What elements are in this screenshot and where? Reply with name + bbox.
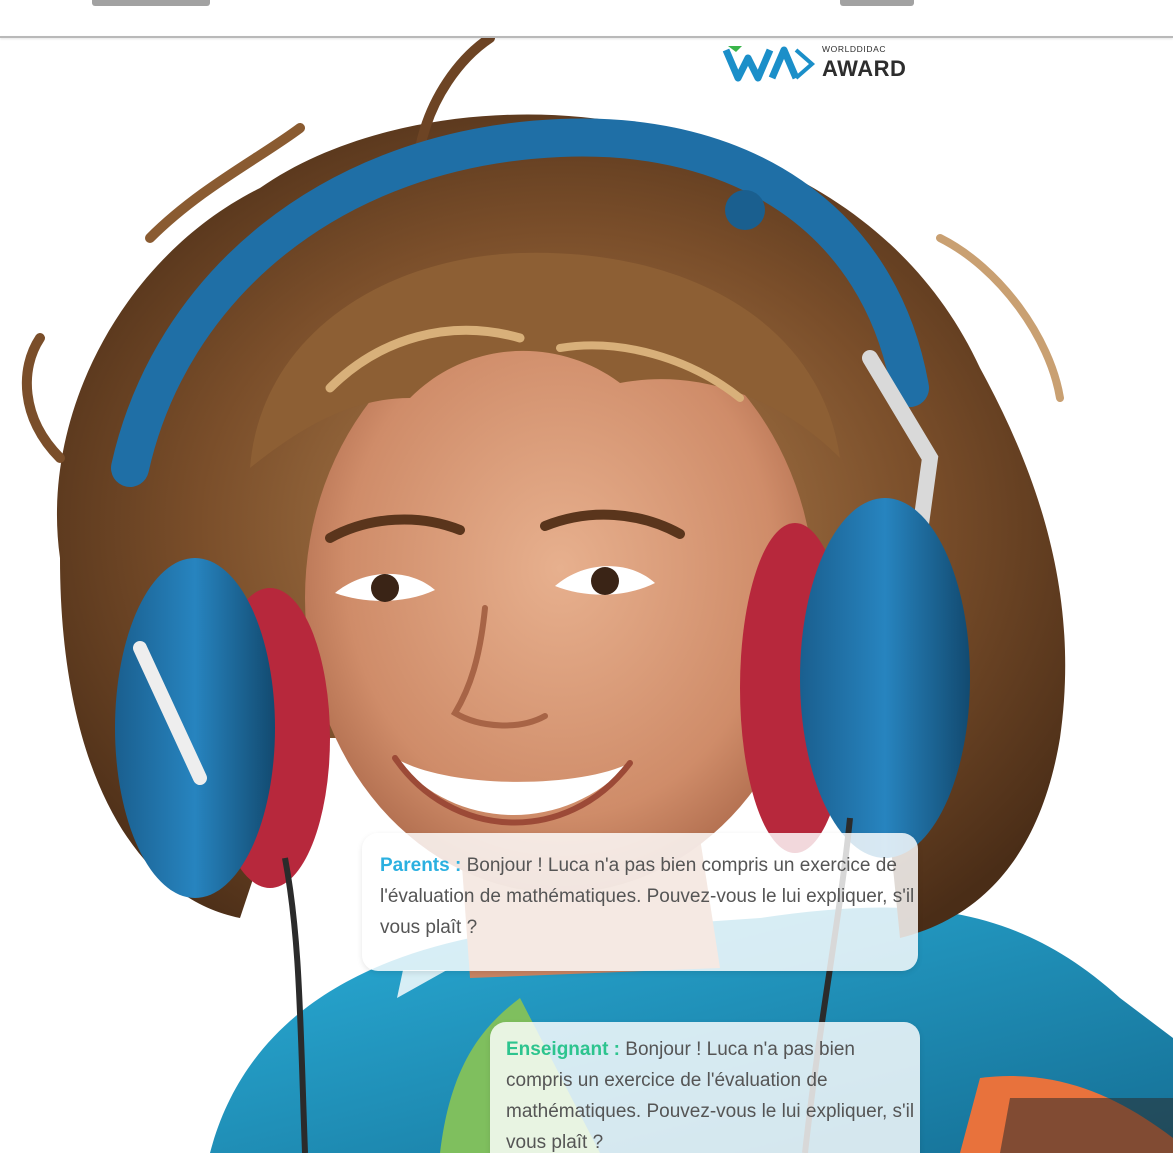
chat-bubble-parents: Parents : Bonjour ! Luca n'a pas bien co… bbox=[362, 833, 918, 971]
header-divider bbox=[0, 36, 1173, 38]
speaker-label-teacher: Enseignant : bbox=[506, 1039, 621, 1060]
header-fragment-right bbox=[840, 0, 914, 6]
chat-bubble-teacher: Enseignant : Bonjour ! Luca n'a pas bien… bbox=[490, 1022, 920, 1153]
award-big-text: AWARD bbox=[822, 56, 907, 81]
wd-logo-icon bbox=[722, 46, 816, 82]
bubble-tail-icon bbox=[397, 970, 447, 998]
landing-hero: WORLDDIDAC AWARD Parents: Bonjour ! Luc… bbox=[0, 0, 1173, 1153]
worlddidac-award-logo: WORLDDIDAC AWARD bbox=[722, 38, 922, 84]
header-fragment-left bbox=[92, 0, 210, 6]
award-small-text: WORLDDIDAC bbox=[822, 44, 887, 54]
speaker-label-parents: Parents : bbox=[380, 855, 462, 876]
smiling-child-with-headphones-photo bbox=[21, 38, 1173, 1153]
message-text-parents: Bonjour ! Luca n'a pas bien compris un e… bbox=[380, 855, 915, 938]
